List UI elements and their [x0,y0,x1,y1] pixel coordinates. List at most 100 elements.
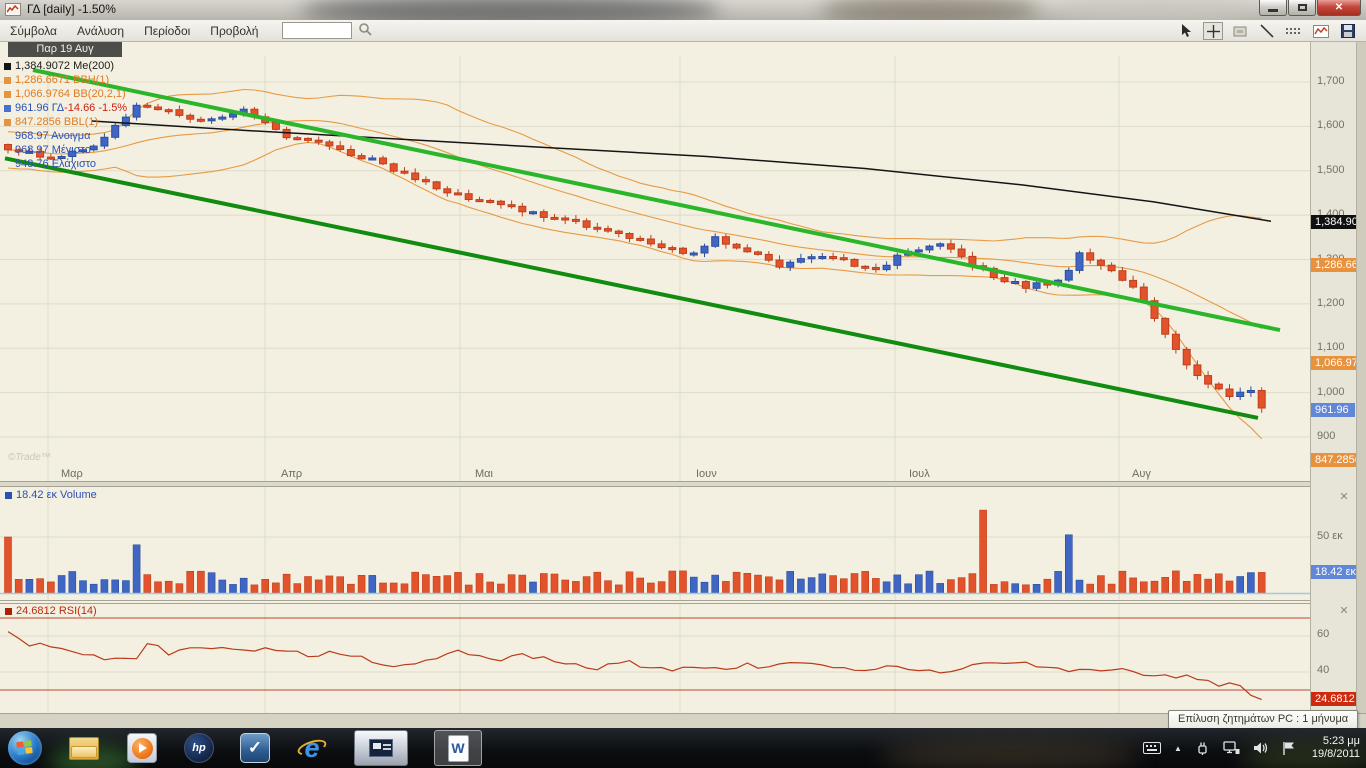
keyboard-tray-icon[interactable] [1143,742,1161,754]
volume-bar [58,576,65,594]
volume-bar [1087,584,1094,593]
trendline[interactable] [33,70,1280,330]
window-scrollbar[interactable] [1356,42,1366,713]
candle-body [1183,349,1190,365]
volume-bar [1205,579,1212,593]
candle-body [1065,270,1072,280]
search-icon[interactable] [358,22,372,39]
legend-text: 968.97 Ανοιγμα [15,129,91,143]
tray-clock[interactable]: 5:23 μμ 19/8/2011 [1312,735,1360,761]
start-button[interactable] [8,731,42,765]
checkmark-app-taskbar-icon[interactable]: ✓ [240,733,270,763]
volume-bar [187,571,194,593]
minimize-button[interactable] [1259,0,1287,16]
candle-body [1247,391,1254,393]
candle-body [230,114,237,117]
volume-bar [1130,578,1137,593]
volume-bar [530,582,537,593]
candle-body [455,193,462,195]
candle-body [401,171,408,173]
candle-body [712,237,719,247]
volume-bar [155,582,162,593]
volume-bar [422,575,429,593]
candle-body [840,258,847,260]
volume-bar [647,583,654,593]
candle-body [926,246,933,250]
select-tool-icon[interactable] [1176,22,1196,40]
menu-view[interactable]: Προβολή [200,22,268,40]
dotted-line-tool-icon[interactable] [1284,22,1304,40]
rsi-panel[interactable] [0,603,1310,713]
candle-body [144,105,151,107]
volume-bar [1140,582,1147,593]
zoom-box-tool-icon[interactable] [1230,22,1250,40]
rsi-series-marker [5,608,12,615]
candle-body [562,218,569,220]
candle-body [819,257,826,259]
candle-body [165,110,172,112]
action-center-flag-icon[interactable] [1282,741,1296,756]
symbol-search-input[interactable] [282,22,352,39]
media-player-taskbar-icon[interactable] [126,732,158,764]
candle-body [626,234,633,239]
rsi-panel-close-icon[interactable]: ✕ [1338,606,1350,618]
volume-panel[interactable] [0,487,1310,600]
volume-bar [776,580,783,593]
volume-bar [1247,573,1254,593]
candle-body [1119,271,1126,281]
save-icon[interactable] [1338,22,1358,40]
volume-bar [219,580,226,593]
volume-bar [1183,581,1190,593]
candle-body [540,212,547,218]
price-chart-panel[interactable] [0,42,1310,481]
network-tray-icon[interactable] [1223,741,1240,755]
candle-body [1226,389,1233,397]
candle-body [272,123,279,130]
volume-bar [133,545,140,593]
menu-analysis[interactable]: Ανάλυση [67,22,134,40]
panel-splitter[interactable] [0,600,1310,601]
volume-bar [1033,584,1040,593]
titlebar: ΓΔ [daily] -1.50% ✕ [0,0,1366,20]
maximize-button[interactable] [1288,0,1316,16]
taskbar-glass-blob [880,738,1140,768]
system-tray: ▲ 5:23 μμ 19/8/2011 [1143,728,1360,768]
volume-bar [272,583,279,593]
candle-body [947,244,954,249]
candle-body [155,107,162,110]
volume-tray-icon[interactable] [1253,741,1269,755]
trendline-tool-icon[interactable] [1257,22,1277,40]
hp-taskbar-icon[interactable]: hp [184,733,214,763]
legend-row: 968.97 Μέγιστο [4,143,127,157]
crosshair-tool-icon[interactable] [1203,22,1223,40]
close-button[interactable]: ✕ [1317,0,1361,16]
volume-bar [851,574,858,594]
volume-bar [326,576,333,593]
candle-body [1108,265,1115,271]
volume-bar [583,577,590,593]
power-tray-icon[interactable] [1195,741,1210,756]
show-hidden-icons-arrow[interactable]: ▲ [1174,744,1182,753]
menu-periods[interactable]: Περίοδοι [134,22,200,40]
volume-bar [1215,574,1222,593]
explorer-taskbar-icon[interactable] [68,732,100,764]
volume-bar [883,582,890,593]
legend-marker [4,63,11,70]
app-chart-icon [5,3,21,16]
volume-bar [605,581,612,593]
volume-bar [380,583,387,593]
volume-bar [872,578,879,593]
internet-explorer-taskbar-icon[interactable]: e [296,732,328,764]
chart-app-taskbar-button[interactable] [354,730,408,766]
volume-bar [840,579,847,593]
legend-marker [4,119,11,126]
axis-tick-label: 1,500 [1317,164,1345,176]
volume-bar [733,572,740,593]
volume-bar [626,572,633,593]
month-label: Απρ [281,468,302,480]
volume-panel-close-icon[interactable]: ✕ [1338,492,1350,504]
word-taskbar-button[interactable]: W [434,730,482,766]
volume-bar [37,579,44,593]
chart-style-icon[interactable] [1311,22,1331,40]
menu-symbols[interactable]: Σύμβολα [0,22,67,40]
